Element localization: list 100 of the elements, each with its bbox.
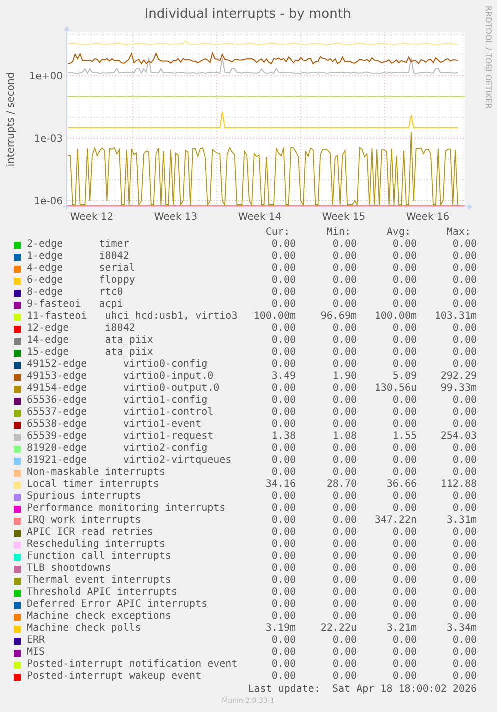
value-text: 0.00 — [272, 443, 296, 455]
value-text: 3.19m — [266, 623, 296, 635]
value-text: 0.00 — [332, 503, 357, 515]
value-text: 0.00 — [272, 515, 296, 527]
series-name: 49152-edge virtio0-config — [27, 359, 208, 370]
series-name: 49153-edge virtio0-input.0 — [27, 371, 214, 382]
series-name: Posted-interrupt wakeup event — [27, 671, 202, 682]
value-text: 0.00 — [332, 323, 357, 335]
series-name: ERR — [27, 635, 46, 646]
value-text: 0.00 — [272, 563, 296, 575]
value-text: 0.00 — [392, 551, 417, 563]
value-text: 0.00 — [452, 299, 477, 311]
value-text: 1.38 — [272, 431, 296, 443]
value-text: 0.00 — [272, 611, 296, 623]
value-text: 0.00 — [392, 635, 417, 647]
value-text: 0.00 — [452, 599, 477, 611]
value-text: 0.00 — [332, 539, 357, 551]
value-text: 0.00 — [272, 383, 296, 395]
value-text: 1.90 — [332, 371, 357, 383]
series-name: Threshold APIC interrupts — [27, 587, 178, 598]
series-name: 81921-edge virtio2-virtqueues — [27, 455, 232, 466]
value-text: 0.00 — [392, 599, 417, 611]
value-text: 0.00 — [272, 299, 296, 311]
value-text: 99.33m — [440, 383, 477, 395]
series-name: 9-fasteoi acpi — [27, 299, 124, 310]
value-text: 0.00 — [392, 539, 417, 551]
tick-label: Week 16 — [406, 212, 450, 222]
value-text: 0.00 — [272, 587, 296, 599]
value-text: 3.49 — [272, 371, 296, 383]
series-name: 6-edge floppy — [27, 275, 136, 286]
value-text: 0.00 — [392, 359, 417, 371]
value-text: 0.00 — [332, 587, 357, 599]
value-text: 0.00 — [332, 263, 357, 275]
value-text: 0.00 — [332, 347, 357, 359]
series-name: 65538-edge virtio1-event — [27, 419, 202, 430]
value-text: 0.00 — [452, 467, 477, 479]
series-name: Machine check exceptions — [27, 611, 172, 622]
value-text: 130.56u — [374, 383, 417, 395]
value-text: 0.00 — [272, 467, 296, 479]
value-text: 0.00 — [272, 395, 296, 407]
series-name: MIS — [27, 647, 46, 658]
value-text: 0.00 — [332, 599, 357, 611]
series-name: Local timer interrupts — [27, 479, 160, 490]
series-name: 65539-edge virtio1-request — [27, 431, 214, 442]
series-name: 49154-edge virtio0-output.0 — [27, 383, 220, 394]
tick-label: 1e-03 — [34, 134, 63, 145]
value-text: 0.00 — [452, 347, 477, 359]
value-text: 34.16 — [266, 479, 296, 491]
value-text: 0.00 — [272, 575, 296, 587]
value-text: 0.00 — [452, 323, 477, 335]
value-text: 5.09 — [392, 371, 417, 383]
value-text: 3.34m — [446, 623, 477, 635]
value-text: 0.00 — [332, 395, 357, 407]
value-text: 0.00 — [332, 275, 357, 287]
value-text: 28.70 — [326, 479, 357, 491]
value-text: 0.00 — [452, 671, 477, 683]
value-text: 0.00 — [272, 287, 296, 299]
series-name: 15-edge ata_piix — [27, 347, 154, 358]
series-name: Machine check polls — [27, 623, 142, 634]
column-header: Max: — [446, 227, 471, 239]
value-text: 0.00 — [452, 575, 477, 587]
value-text: 0.00 — [332, 383, 357, 395]
value-text: 0.00 — [392, 491, 417, 503]
value-text: 0.00 — [272, 263, 296, 275]
series-name: 4-edge serial — [27, 263, 136, 274]
value-text: 0.00 — [332, 467, 357, 479]
series-name: TLB shootdowns — [27, 563, 112, 574]
value-text: 0.00 — [272, 491, 296, 503]
value-text: 0.00 — [452, 407, 477, 419]
value-text: 0.00 — [392, 347, 417, 359]
value-text: 0.00 — [392, 575, 417, 587]
value-text: 0.00 — [452, 503, 477, 515]
series-name: 81920-edge virtio2-config — [27, 443, 208, 454]
tick-label: Week 15 — [322, 212, 366, 222]
value-text: 1.55 — [392, 431, 417, 443]
value-text: 0.00 — [392, 587, 417, 599]
value-text: 0.00 — [272, 275, 296, 287]
value-text: 0.00 — [452, 491, 477, 503]
value-text: 22.22u — [320, 623, 357, 635]
value-text: 0.00 — [272, 323, 296, 335]
value-text: 0.00 — [452, 611, 477, 623]
value-text: 0.00 — [452, 287, 477, 299]
value-text: 0.00 — [332, 515, 357, 527]
value-text: 0.00 — [332, 419, 357, 431]
value-text: 103.31m — [434, 311, 477, 323]
value-text: 0.00 — [452, 251, 477, 263]
value-text: 0.00 — [332, 443, 357, 455]
value-text: 3.21m — [386, 623, 417, 635]
value-text: 100.00m — [254, 311, 296, 323]
value-text: 3.31m — [446, 515, 477, 527]
series-name: 65536-edge virtio1-config — [27, 395, 208, 406]
value-text: 0.00 — [332, 299, 357, 311]
value-text: 100.00m — [374, 311, 417, 323]
value-text: 0.00 — [332, 647, 357, 659]
value-text: 0.00 — [392, 251, 417, 263]
tick-label: Week 14 — [238, 212, 282, 222]
value-text: 0.00 — [452, 263, 477, 275]
value-text: 0.00 — [392, 335, 417, 347]
value-text: 0.00 — [272, 527, 296, 539]
series-name: Posted-interrupt notification event — [27, 659, 238, 670]
